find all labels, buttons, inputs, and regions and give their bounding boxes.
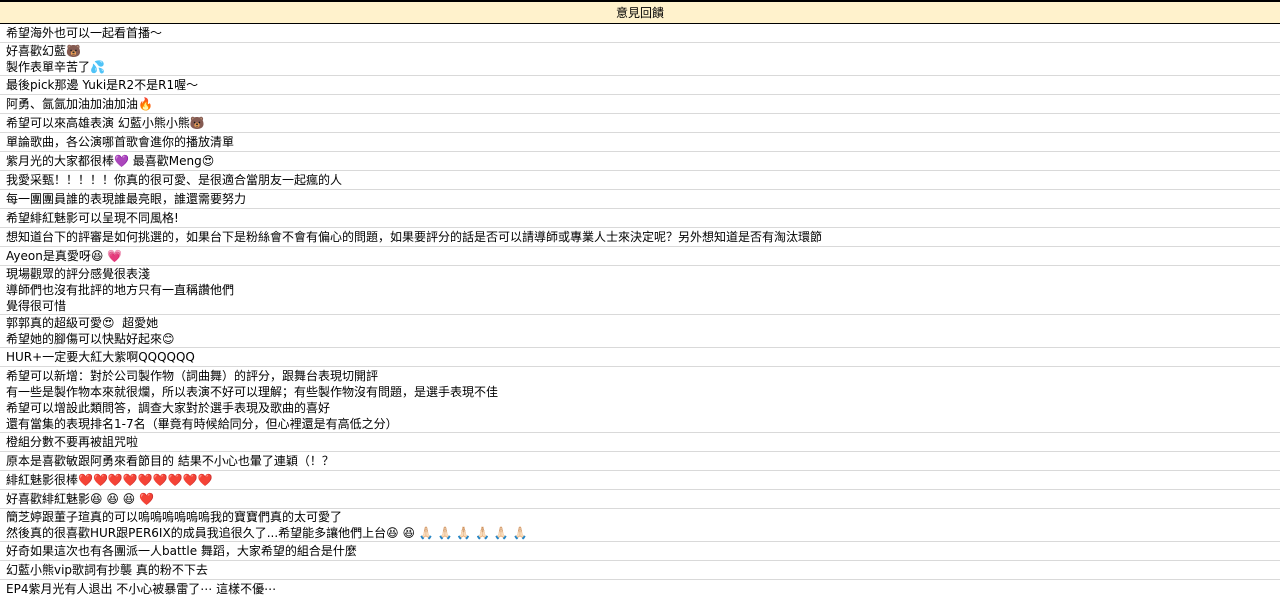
- table-row[interactable]: 現場觀眾的評分感覺很表淺 導師們也沒有批評的地方只有一直稱讚他們 覺得很可惜: [0, 266, 1280, 315]
- table-row[interactable]: 最後pick那邊 Yuki是R2不是R1喔～: [0, 76, 1280, 95]
- table-row[interactable]: 希望可以來高雄表演 幻藍小熊小熊🐻: [0, 114, 1280, 133]
- table-row[interactable]: 想知道台下的評審是如何挑選的，如果台下是粉絲會不會有偏心的問題，如果要評分的話是…: [0, 228, 1280, 247]
- cell-text: 希望海外也可以一起看首播～: [6, 26, 163, 40]
- cell-text: 希望可以新增：對於公司製作物（詞曲舞）的評分，跟舞台表現切開評 有一些是製作物本…: [6, 368, 499, 431]
- cell-text: 橙組分數不要再被詛咒啦: [6, 435, 139, 449]
- cell-text: 好喜歡緋紅魅影😆 😆 😆 ❤️: [6, 492, 154, 506]
- cell-text: 原本是喜歡敏跟阿勇來看節目的 結果不小心也暈了連穎（！？: [6, 454, 334, 468]
- table-row[interactable]: 幻藍小熊vip歌詞有抄襲 真的粉不下去: [0, 561, 1280, 580]
- feedback-rows: 希望海外也可以一起看首播～ 好喜歡幻藍🐻 製作表單辛苦了💦 最後pick那邊 Y…: [0, 24, 1280, 596]
- table-row[interactable]: 好喜歡幻藍🐻 製作表單辛苦了💦: [0, 43, 1280, 76]
- table-row[interactable]: HUR+一定要大紅大紫啊QQQQQQ: [0, 348, 1280, 367]
- table-row[interactable]: 我愛采甄！！！！！你真的很可愛、是很適合當朋友一起瘋的人: [0, 171, 1280, 190]
- cell-text: EP4紫月光有人退出 不小心被暴雷了⋯ 這樣不優⋯: [6, 582, 277, 596]
- column-header[interactable]: 意見回饋: [0, 0, 1280, 24]
- table-row[interactable]: 希望可以新增：對於公司製作物（詞曲舞）的評分，跟舞台表現切開評 有一些是製作物本…: [0, 367, 1280, 433]
- cell-text: 紫月光的大家都很棒💜 最喜歡Meng😍: [6, 154, 215, 168]
- cell-text: HUR+一定要大紅大紫啊QQQQQQ: [6, 350, 195, 364]
- table-row[interactable]: 簡芝婷跟董子瑄真的可以嗚嗚嗚嗚嗚嗚我的寶寶們真的太可愛了 然後真的很喜歡HUR跟…: [0, 509, 1280, 542]
- cell-text: 幻藍小熊vip歌詞有抄襲 真的粉不下去: [6, 563, 208, 577]
- table-row[interactable]: EP4紫月光有人退出 不小心被暴雷了⋯ 這樣不優⋯: [0, 580, 1280, 596]
- table-row[interactable]: 希望緋紅魅影可以呈現不同風格!: [0, 209, 1280, 228]
- table-row[interactable]: Ayeon是真愛呀😆 💗: [0, 247, 1280, 266]
- cell-text: 好奇如果這次也有各團派一人battle 舞蹈，大家希望的組合是什麼: [6, 544, 357, 558]
- table-row[interactable]: 橙組分數不要再被詛咒啦: [0, 433, 1280, 452]
- cell-text: 最後pick那邊 Yuki是R2不是R1喔～: [6, 78, 199, 92]
- cell-text: 我愛采甄！！！！！你真的很可愛、是很適合當朋友一起瘋的人: [6, 173, 343, 187]
- table-row[interactable]: 阿勇、氤氤加油加油加油🔥: [0, 95, 1280, 114]
- cell-text: 簡芝婷跟董子瑄真的可以嗚嗚嗚嗚嗚嗚我的寶寶們真的太可愛了 然後真的很喜歡HUR跟…: [6, 510, 528, 540]
- cell-text: 阿勇、氤氤加油加油加油🔥: [6, 97, 153, 111]
- cell-text: 郭郭真的超級可愛😍 超愛她 希望她的腳傷可以快點好起來😊: [6, 316, 175, 346]
- table-row[interactable]: 郭郭真的超級可愛😍 超愛她 希望她的腳傷可以快點好起來😊: [0, 315, 1280, 348]
- cell-text: Ayeon是真愛呀😆 💗: [6, 249, 123, 263]
- cell-text: 每一團團員誰的表現誰最亮眼，誰還需要努力: [6, 192, 247, 206]
- cell-text: 希望緋紅魅影可以呈現不同風格!: [6, 211, 179, 225]
- cell-text: 想知道台下的評審是如何挑選的，如果台下是粉絲會不會有偏心的問題，如果要評分的話是…: [6, 230, 823, 244]
- table-row[interactable]: 好奇如果這次也有各團派一人battle 舞蹈，大家希望的組合是什麼: [0, 542, 1280, 561]
- table-row[interactable]: 單論歌曲，各公演哪首歌會進你的播放清單: [0, 133, 1280, 152]
- table-row[interactable]: 原本是喜歡敏跟阿勇來看節目的 結果不小心也暈了連穎（！？: [0, 452, 1280, 471]
- table-row[interactable]: 紫月光的大家都很棒💜 最喜歡Meng😍: [0, 152, 1280, 171]
- table-row[interactable]: 每一團團員誰的表現誰最亮眼，誰還需要努力: [0, 190, 1280, 209]
- feedback-sheet: 意見回饋 希望海外也可以一起看首播～ 好喜歡幻藍🐻 製作表單辛苦了💦 最後pic…: [0, 0, 1280, 596]
- cell-text: 希望可以來高雄表演 幻藍小熊小熊🐻: [6, 116, 205, 130]
- table-row[interactable]: 緋紅魅影很棒❤️❤️❤️❤️❤️❤️❤️❤️❤️: [0, 471, 1280, 490]
- cell-text: 單論歌曲，各公演哪首歌會進你的播放清單: [6, 135, 235, 149]
- cell-text: 緋紅魅影很棒❤️❤️❤️❤️❤️❤️❤️❤️❤️: [6, 473, 213, 487]
- cell-text: 好喜歡幻藍🐻 製作表單辛苦了💦: [6, 44, 105, 74]
- column-header-label: 意見回饋: [615, 5, 664, 20]
- cell-text: 現場觀眾的評分感覺很表淺 導師們也沒有批評的地方只有一直稱讚他們 覺得很可惜: [6, 267, 235, 313]
- table-row[interactable]: 希望海外也可以一起看首播～: [0, 24, 1280, 43]
- table-row[interactable]: 好喜歡緋紅魅影😆 😆 😆 ❤️: [0, 490, 1280, 509]
